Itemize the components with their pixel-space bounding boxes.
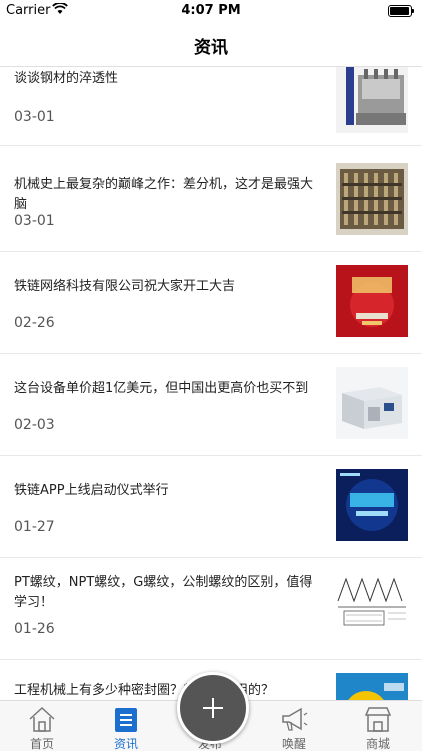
navigation-bar: 资讯 — [0, 22, 422, 67]
news-title: 机械史上最复杂的巅峰之作：差分机，这才是最强大脑 — [14, 177, 314, 212]
tab-wakeup-label: 唤醒 — [281, 737, 306, 751]
tab-home[interactable]: 首页 — [0, 701, 84, 751]
news-title: 铁链网络科技有限公司祝大家开工大吉 — [14, 279, 236, 294]
news-item[interactable]: 铁链网络科技有限公司祝大家开工大吉 02-26 — [0, 251, 422, 354]
news-title: 工程机械上有多少种密封圈？都是干嘛用的？ — [14, 683, 275, 698]
news-title: PT螺纹，NPT螺纹，G螺纹，公制螺纹的区别，值得学习！ — [14, 575, 313, 610]
tab-news-label: 资讯 — [113, 737, 138, 751]
home-icon — [29, 706, 55, 732]
news-icon — [115, 708, 137, 732]
news-item[interactable]: 机械史上最复杂的巅峰之作：差分机，这才是最强大脑 03-01 — [0, 149, 422, 252]
news-date: 01-26 — [14, 621, 55, 637]
tab-shop-label: 商城 — [365, 737, 390, 751]
news-date: 03-01 — [14, 109, 55, 125]
new-year-poster-thumbnail — [336, 265, 408, 337]
tab-home-label: 首页 — [29, 737, 54, 751]
shop-icon — [364, 707, 392, 732]
machine-test-rig-thumbnail — [336, 67, 408, 133]
seal-rings-thumbnail — [336, 673, 408, 700]
news-item[interactable]: 这台设备单价超1亿美元，但中国出更高价也买不到 02-03 — [0, 353, 422, 456]
difference-engine-thumbnail — [336, 163, 408, 235]
news-item[interactable]: 谈谈钢材的淬透性 03-01 — [0, 67, 422, 146]
news-title: 谈谈钢材的淬透性 — [14, 71, 119, 86]
page-title: 资讯 — [194, 38, 228, 58]
news-date: 02-03 — [14, 417, 55, 433]
news-date: 02-26 — [14, 315, 55, 331]
tab-news[interactable]: 资讯 — [84, 701, 168, 751]
news-item[interactable]: 铁链APP上线启动仪式举行 01-27 — [0, 455, 422, 558]
news-date: 01-27 — [14, 519, 55, 535]
news-date: 03-01 — [14, 213, 55, 229]
status-bar: Carrier 4:07 PM — [0, 0, 422, 22]
tab-shop[interactable]: 商城 — [336, 701, 420, 751]
news-title: 这台设备单价超1亿美元，但中国出更高价也买不到 — [14, 381, 309, 396]
app-launch-poster-thumbnail — [336, 469, 408, 541]
publish-plus-button[interactable] — [177, 672, 249, 744]
tab-wakeup[interactable]: 唤醒 — [252, 701, 336, 751]
thread-diagram-thumbnail — [336, 571, 408, 643]
news-item[interactable]: PT螺纹，NPT螺纹，G螺纹，公制螺纹的区别，值得学习！ 01-26 — [0, 557, 422, 660]
news-title: 铁链APP上线启动仪式举行 — [14, 483, 169, 498]
battery-icon — [388, 5, 414, 17]
lithography-machine-thumbnail — [336, 367, 408, 439]
clock: 4:07 PM — [181, 3, 241, 18]
megaphone-icon — [282, 707, 308, 731]
news-list[interactable]: 谈谈钢材的淬透性 03-01 机械史上最复杂的巅峰之作：差分机，这才是最强大脑 … — [0, 67, 422, 700]
